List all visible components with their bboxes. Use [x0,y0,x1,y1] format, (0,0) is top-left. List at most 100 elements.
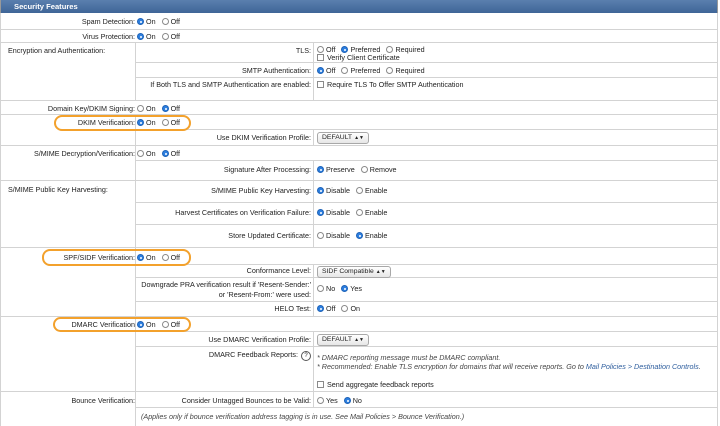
encryption-label: Encryption and Authentication: [8,46,106,55]
harvest-failure-enable-radio[interactable]: Enable [355,208,388,217]
radio-selected-icon [161,150,169,157]
remove-radio[interactable]: Remove [360,165,397,174]
bounce-verification-label: Bounce Verification: [71,396,135,405]
dkim-signing-row: Domain Key/DKIM Signing: On Off [0,101,718,115]
smtp-preferred-radio[interactable]: Preferred [341,66,380,75]
conformance-level-select[interactable]: SIDF Compatible ▲▼ [317,266,391,278]
store-cert-enable-label: Enable [364,231,388,240]
dkim-signing-on-radio[interactable]: On [137,104,156,113]
radio-icon [317,46,324,53]
section-title: Security Features [14,2,78,11]
virus-off-radio[interactable]: Off [161,32,180,41]
bounce-no-radio[interactable]: No [343,396,362,405]
radio-icon [355,209,363,216]
highlight-spf [42,249,191,266]
dkim-profile-label: Use DKIM Verification Profile: [216,133,311,142]
virus-label: Virus Protection: [82,32,135,41]
radio-icon [317,232,324,239]
radio-selected-icon [161,105,169,112]
harvest-failure-disable-radio[interactable]: Disable [317,208,350,217]
store-cert-disable-radio[interactable]: Disable [317,231,350,240]
pra-yes-radio[interactable]: Yes [341,284,362,293]
smtp-off-label: Off [326,66,336,75]
preserve-label: Preserve [326,165,355,174]
verify-client-cert-checkbox[interactable]: Verify Client Certificate [317,53,400,63]
harvest-failure-disable-label: Disable [326,208,350,217]
untagged-bounces-label: Consider Untagged Bounces to be Valid: [181,396,311,405]
checkbox-icon [317,54,324,61]
radio-selected-icon [137,33,144,40]
spam-on-radio[interactable]: On [137,17,156,26]
select-arrows-icon: ▲▼ [375,269,386,275]
smime-decryption-off-radio[interactable]: Off [161,149,180,158]
destination-controls-link[interactable]: Mail Policies > Destination Controls [586,362,699,371]
tls-smtp-both-label: If Both TLS and SMTP Authentication are … [150,80,311,89]
harvest-on-failure-label: Harvest Certificates on Verification Fai… [175,208,311,217]
highlight-dkim [54,115,191,131]
tls-label: TLS: [295,46,311,55]
dkim-signing-on-label: On [146,104,156,113]
pk-harvest-enable-radio[interactable]: Enable [355,186,387,195]
dkim-signing-label: Domain Key/DKIM Signing: [47,104,135,113]
spam-label: Spam Detection: [81,17,135,26]
smtp-required-radio[interactable]: Required [386,66,425,75]
smtp-auth-label: SMTP Authentication: [242,66,311,75]
dmarc-profile-label: Use DMARC Verification Profile: [208,335,311,344]
harvest-failure-enable-label: Enable [364,208,388,217]
dkim-profile-select[interactable]: DEFAULT ▲▼ [317,132,369,144]
bounce-yes-radio[interactable]: Yes [317,396,338,405]
store-cert-disable-label: Disable [326,231,350,240]
remove-label: Remove [369,165,397,174]
radio-selected-icon [317,187,324,194]
pra-yes-label: Yes [350,284,362,293]
radio-icon [137,150,144,157]
smime-decryption-on-radio[interactable]: On [137,149,156,158]
radio-icon [360,166,368,173]
pk-harvest-disable-radio[interactable]: Disable [317,186,350,195]
encryption-row: Encryption and Authentication: TLS: Off … [0,43,718,101]
pk-harvest-disable-label: Disable [326,186,350,195]
smime-decryption-on-label: On [146,149,156,158]
dkim-signing-off-label: Off [170,104,181,113]
store-cert-enable-radio[interactable]: Enable [355,231,388,240]
radio-icon [137,105,144,112]
dmarc-profile-select[interactable]: DEFAULT ▲▼ [317,334,369,346]
radio-icon [341,67,349,74]
dmarc-note-2: * Recommended: Enable TLS encryption for… [317,362,713,371]
radio-selected-icon [341,285,349,292]
dmarc-feedback-text: DMARC Feedback Reports: [208,350,298,359]
dkim-signing-off-radio[interactable]: Off [161,104,181,113]
smime-harvesting-row: S/MIME Public Key Harvesting: S/MIME Pub… [0,181,718,248]
spam-on-label: On [146,17,156,26]
helo-off-label: Off [326,304,336,313]
radio-selected-icon [355,232,363,239]
helo-test-label: HELO Test: [274,304,311,313]
spam-off-label: Off [170,17,181,26]
helo-on-label: On [350,304,361,313]
radio-selected-icon [317,67,324,74]
spam-row: Spam Detection: On Off [0,13,718,30]
require-tls-checkbox[interactable]: Require TLS To Offer SMTP Authentication [317,80,464,90]
pra-no-radio[interactable]: No [317,284,335,293]
smtp-off-radio[interactable]: Off [317,66,335,75]
checkbox-icon [317,381,324,388]
downgrade-pra-label: Downgrade PRA verification result if 'Re… [141,280,311,299]
virus-on-radio[interactable]: On [137,32,156,41]
bounce-row: Bounce Verification: Consider Untagged B… [0,392,718,426]
store-updated-cert-label: Store Updated Certificate: [228,231,311,240]
select-arrows-icon: ▲▼ [354,337,364,343]
help-icon[interactable]: ? [301,351,311,361]
send-aggregate-checkbox[interactable]: Send aggregate feedback reports [317,380,434,390]
bounce-yes-label: Yes [326,396,338,405]
smime-decryption-label: S/MIME Decryption/Verification: [33,149,135,158]
preserve-radio[interactable]: Preserve [317,165,355,174]
helo-off-radio[interactable]: Off [317,304,335,313]
helo-on-radio[interactable]: On [341,304,360,313]
radio-icon [317,285,324,292]
smime-decryption-row: S/MIME Decryption/Verification: On Off S… [0,146,718,181]
spam-off-radio[interactable]: Off [161,17,181,26]
radio-selected-icon [317,209,324,216]
virus-on-label: On [146,32,156,41]
radio-icon [386,46,394,53]
checkbox-icon [317,81,324,88]
